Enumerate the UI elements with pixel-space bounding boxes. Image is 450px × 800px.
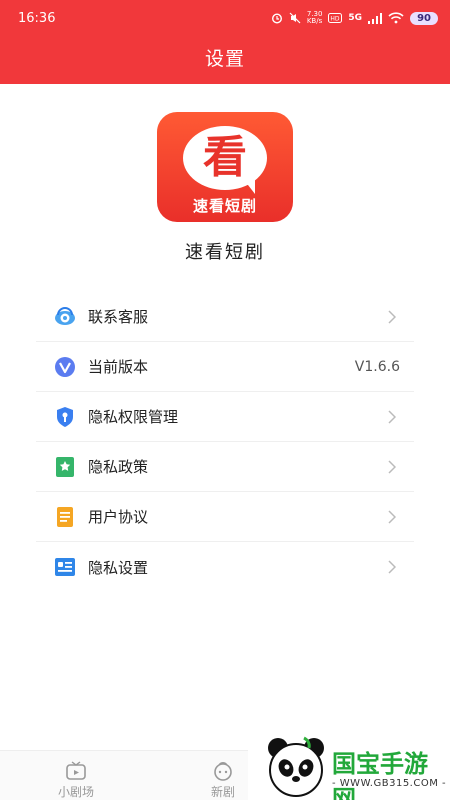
user-agreement-icon xyxy=(54,506,76,528)
customer-service-icon xyxy=(54,306,76,328)
menu-label: 当前版本 xyxy=(88,358,149,376)
menu-item-privacy-permission[interactable]: 隐私权限管理 xyxy=(36,392,414,442)
status-bar: 16:36 7.30 KB/s HD 5G 90 xyxy=(18,8,438,28)
app-logo: 看 速看短剧 xyxy=(157,112,293,222)
top-app-bar: 16:36 7.30 KB/s HD 5G 90 设置 xyxy=(0,0,450,84)
chevron-right-icon xyxy=(388,309,396,324)
privacy-permission-icon xyxy=(54,406,76,428)
page-title: 设置 xyxy=(204,48,245,70)
site-watermark: 国宝手游网 - WWW.GB315.COM - xyxy=(248,728,450,800)
nav-item-theater[interactable]: 小剧场 xyxy=(46,761,106,800)
menu-label: 隐私设置 xyxy=(88,558,149,577)
nav-item-new-drama[interactable]: 新剧 xyxy=(193,761,253,800)
status-time: 16:36 xyxy=(18,10,56,26)
svg-text:HD: HD xyxy=(331,16,341,23)
menu-label: 隐私权限管理 xyxy=(88,408,179,426)
hd-icon: HD xyxy=(328,13,343,23)
logo-glyph: 看 xyxy=(203,132,247,183)
new-drama-icon xyxy=(193,761,253,781)
menu-label: 用户协议 xyxy=(88,508,149,526)
menu-item-current-version[interactable]: 当前版本 V1.6.6 xyxy=(36,342,414,392)
chevron-right-icon xyxy=(388,409,396,424)
chevron-right-icon xyxy=(388,560,396,574)
battery-indicator: 90 xyxy=(410,11,438,25)
settings-menu: 联系客服 当前版本 V1.6.6 隐私权限管理 隐私政策 用户协议 隐私设置 xyxy=(36,292,414,592)
chevron-right-icon xyxy=(388,459,396,474)
app-name: 速看短剧 xyxy=(185,242,265,263)
menu-item-privacy-policy[interactable]: 隐私政策 xyxy=(36,442,414,492)
alarm-icon xyxy=(271,12,283,24)
nav-label: 新剧 xyxy=(210,785,235,799)
menu-label: 隐私政策 xyxy=(88,458,149,476)
net-speed-text: 7.30 KB/s xyxy=(306,10,323,25)
menu-item-privacy-settings[interactable]: 隐私设置 xyxy=(36,542,414,592)
watermark-url: - WWW.GB315.COM - xyxy=(332,778,447,789)
menu-item-user-agreement[interactable]: 用户协议 xyxy=(36,492,414,542)
menu-label: 联系客服 xyxy=(88,308,149,326)
chevron-right-icon xyxy=(388,509,396,524)
privacy-settings-icon xyxy=(54,556,76,578)
status-icons: 7.30 KB/s HD 5G 90 xyxy=(271,11,438,25)
wifi-icon xyxy=(388,12,404,24)
version-icon xyxy=(54,356,76,378)
privacy-policy-icon xyxy=(54,456,76,478)
watermark-title: 国宝手游网 xyxy=(332,750,428,800)
menu-item-customer-service[interactable]: 联系客服 xyxy=(36,292,414,342)
panda-logo-icon xyxy=(268,736,324,797)
mute-icon xyxy=(289,12,301,24)
signal-icon xyxy=(368,12,383,24)
version-value: V1.6.6 xyxy=(354,358,400,375)
tv-icon xyxy=(46,761,106,781)
network-type: 5G xyxy=(348,13,363,23)
logo-text: 速看短剧 xyxy=(192,197,257,215)
nav-label: 小剧场 xyxy=(57,785,94,799)
